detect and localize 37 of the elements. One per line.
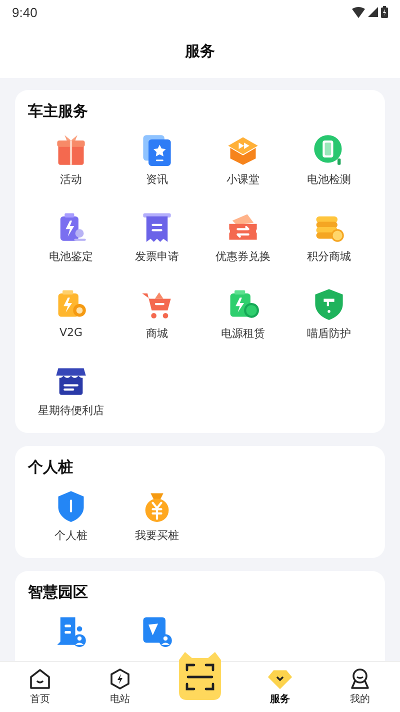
section-title: 个人桩	[28, 458, 74, 477]
service-label[interactable]: V2G	[59, 326, 83, 339]
document-icon[interactable]	[140, 614, 174, 648]
service-label[interactable]: 电源租赁	[221, 326, 265, 341]
status-time: 9:40	[12, 4, 38, 20]
tab-item[interactable]: 服务	[240, 662, 320, 712]
service-label[interactable]: 喵盾防护	[307, 326, 351, 341]
section-title: 智慧园区	[28, 583, 89, 602]
service-label[interactable]: 我要买桩	[135, 528, 179, 543]
service-label[interactable]: 个人桩	[54, 528, 88, 543]
battery-icon	[381, 6, 388, 18]
diamond-icon	[268, 668, 292, 690]
shield-icon[interactable]	[312, 287, 346, 321]
service-label[interactable]: 积分商城	[307, 249, 351, 264]
receipt-icon[interactable]	[140, 210, 174, 244]
tab-item[interactable]: 我的	[320, 662, 400, 712]
tab-item[interactable]: 电站	[80, 662, 160, 712]
service-label[interactable]: 小课堂	[226, 172, 260, 187]
service-label[interactable]: 电池检测	[307, 172, 351, 187]
tab-item[interactable]: 首页	[0, 662, 80, 712]
home-icon	[29, 668, 51, 690]
service-label[interactable]: 优惠券兑换	[216, 249, 270, 264]
service-label[interactable]: 电池鉴定	[49, 249, 93, 264]
section-title: 车主服务	[28, 102, 89, 121]
service-label[interactable]: 活动	[60, 172, 82, 187]
service-label[interactable]: 星期待便利店	[38, 403, 104, 418]
service-label[interactable]: 发票申请	[135, 249, 179, 264]
signal-icon	[368, 7, 378, 17]
document-icon[interactable]	[140, 133, 174, 167]
service-label[interactable]: 资讯	[146, 172, 168, 187]
page-title: 服务	[185, 42, 215, 60]
bolt-hexagon-icon	[109, 668, 131, 690]
profile-icon	[349, 668, 371, 690]
scan-button[interactable]	[177, 652, 223, 700]
wifi-icon	[352, 6, 365, 18]
service-label[interactable]: 商城	[146, 326, 168, 341]
gift-icon[interactable]	[54, 133, 88, 167]
